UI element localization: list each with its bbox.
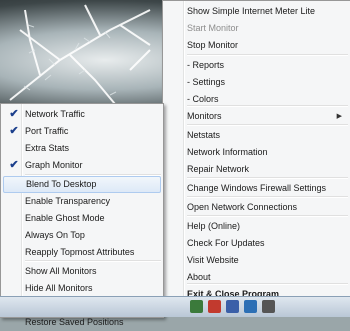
- menu-item-label: - Reports: [187, 60, 225, 70]
- menu-item-label: Start Monitor: [187, 23, 239, 33]
- monitors-item[interactable]: Monitors ▶: [165, 108, 348, 125]
- menu-item-label: Monitors: [187, 111, 222, 121]
- menu-item-label: Network Traffic: [25, 109, 85, 119]
- checkmark-icon: ✔: [9, 125, 19, 137]
- menu-separator: [25, 260, 161, 262]
- menu-item-label: Extra Stats: [25, 143, 70, 153]
- menu-item-label: Enable Ghost Mode: [25, 213, 105, 223]
- menu-separator: [187, 215, 348, 217]
- shield-icon[interactable]: [208, 300, 221, 313]
- menu-item-label: Repair Network: [187, 164, 250, 174]
- menu-item-label: Help (Online): [187, 221, 241, 231]
- submenu-arrow-icon: ▶: [336, 113, 342, 120]
- hide-all-monitors-item[interactable]: Hide All Monitors: [3, 280, 161, 297]
- menu-separator: [187, 283, 348, 285]
- menu-item-label: Open Network Connections: [187, 202, 298, 212]
- menu-item-label: Network Information: [187, 147, 268, 157]
- port-traffic-item[interactable]: ✔ Port Traffic: [3, 123, 161, 140]
- blend-to-desktop-item[interactable]: Blend To Desktop: [3, 176, 161, 193]
- menu-separator: [187, 177, 348, 179]
- menu-item-label: Stop Monitor: [187, 40, 239, 50]
- main-context-menu: Show Simple Internet Meter Lite Start Mon…: [162, 0, 350, 303]
- menu-item-label: Blend To Desktop: [26, 179, 97, 189]
- taskbar: [0, 296, 350, 317]
- enable-ghost-mode-item[interactable]: Enable Ghost Mode: [3, 210, 161, 227]
- menu-item-label: Restore Saved Positions: [25, 317, 124, 327]
- monitors-submenu: ✔ Network Traffic ✔ Port Traffic Extra Stats…: [0, 103, 164, 327]
- menu-item-label: Enable Transparency: [25, 196, 111, 206]
- network-icon[interactable]: [190, 300, 203, 313]
- netstats-item[interactable]: Netstats: [165, 127, 348, 144]
- graph-monitor-item[interactable]: ✔ Graph Monitor: [3, 157, 161, 174]
- help-online-item[interactable]: Help (Online): [165, 218, 348, 235]
- visit-website-item[interactable]: Visit Website: [165, 252, 348, 269]
- start-monitor-item[interactable]: Start Monitor: [165, 20, 348, 37]
- check-updates-item[interactable]: Check For Updates: [165, 235, 348, 252]
- menu-separator: [187, 124, 348, 126]
- menu-item-label: Reapply Topmost Attributes: [25, 247, 135, 257]
- menu-item-label: - Settings: [187, 77, 226, 87]
- menu-item-label: Show Simple Internet Meter Lite: [187, 6, 316, 16]
- meter-icon[interactable]: [262, 300, 275, 313]
- menu-item-label: Show All Monitors: [25, 266, 97, 276]
- enable-transparency-item[interactable]: Enable Transparency: [3, 193, 161, 210]
- menu-separator: [187, 105, 348, 107]
- menu-item-label: Graph Monitor: [25, 160, 83, 170]
- always-on-top-item[interactable]: Always On Top: [3, 227, 161, 244]
- menu-item-label: Port Traffic: [25, 126, 69, 136]
- menu-item-label: - Colors: [187, 94, 219, 104]
- show-meter-item[interactable]: Show Simple Internet Meter Lite: [165, 3, 348, 20]
- checkmark-icon: ✔: [9, 108, 19, 120]
- menu-separator: [187, 54, 348, 56]
- menu-separator: [25, 174, 161, 176]
- network-connections-item[interactable]: Open Network Connections: [165, 199, 348, 216]
- menu-item-label: Check For Updates: [187, 238, 265, 248]
- menu-item-label: Netstats: [187, 130, 221, 140]
- show-all-monitors-item[interactable]: Show All Monitors: [3, 263, 161, 280]
- menu-item-label: Hide All Monitors: [25, 283, 93, 293]
- menu-item-label: Visit Website: [187, 255, 239, 265]
- firewall-settings-item[interactable]: Change Windows Firewall Settings: [165, 180, 348, 197]
- menu-item-label: Always On Top: [25, 230, 85, 240]
- menu-item-label: Change Windows Firewall Settings: [187, 183, 327, 193]
- menu-item-label: About: [187, 272, 211, 282]
- network-traffic-item[interactable]: ✔ Network Traffic: [3, 106, 161, 123]
- checkmark-icon: ✔: [9, 159, 19, 171]
- stop-monitor-item[interactable]: Stop Monitor: [165, 37, 348, 54]
- extra-stats-item[interactable]: Extra Stats: [3, 140, 161, 157]
- network-information-item[interactable]: Network Information: [165, 144, 348, 161]
- settings-item[interactable]: - Settings: [165, 74, 348, 91]
- menu-separator: [187, 196, 348, 198]
- repair-network-item[interactable]: Repair Network: [165, 161, 348, 178]
- monitor-icon[interactable]: [244, 300, 257, 313]
- reapply-topmost-item[interactable]: Reapply Topmost Attributes: [3, 244, 161, 261]
- reports-item[interactable]: - Reports: [165, 57, 348, 74]
- speaker-icon[interactable]: [226, 300, 239, 313]
